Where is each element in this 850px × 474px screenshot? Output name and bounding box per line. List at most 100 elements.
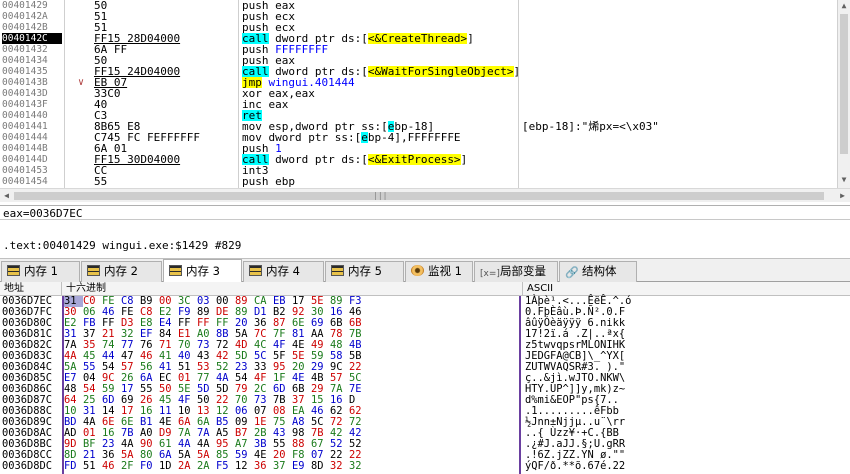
scroll-up-arrow-icon[interactable]: ▲ — [838, 0, 850, 12]
hex-byte[interactable]: 32 — [330, 461, 349, 472]
instruction-text[interactable]: ret — [242, 110, 518, 121]
hex-byte[interactable]: 2F — [121, 461, 140, 472]
instruction-operand: eax — [275, 55, 295, 66]
hex-byte[interactable]: E9 — [292, 461, 311, 472]
header-hex[interactable]: 十六进制 — [62, 282, 523, 296]
instruction-text[interactable]: push eax — [242, 55, 518, 66]
vertical-scroll-thumb[interactable] — [840, 14, 848, 154]
disasm-row[interactable]: 00401454 55 push ebp — [0, 176, 837, 187]
disasm-row[interactable]: 0040143D 33C0 xor eax,eax — [0, 88, 837, 99]
instruction-address[interactable]: 0040142A — [2, 11, 62, 22]
register-reference: e — [361, 132, 368, 143]
hex-byte[interactable]: 36 — [254, 461, 273, 472]
instruction-text[interactable]: push ecx — [242, 11, 518, 22]
hex-byte[interactable]: 32 — [349, 461, 368, 472]
hex-byte[interactable]: 51 — [83, 461, 102, 472]
instruction-address[interactable]: 00401440 — [2, 110, 62, 121]
instruction-address[interactable]: 00401453 — [2, 165, 62, 176]
hex-byte[interactable]: 46 — [102, 461, 121, 472]
tab-2[interactable]: 内存 2 — [81, 261, 162, 282]
instruction-mnemonic: inc — [242, 99, 262, 110]
hex-byte[interactable]: 2A — [197, 461, 216, 472]
instruction-address[interactable]: 0040144B — [2, 143, 62, 154]
address-location-text: .text:00401429 wingui.exe:$1429 #829 — [3, 239, 242, 252]
tab-4[interactable]: 内存 4 — [243, 261, 324, 282]
tab-6[interactable]: 监视 1 — [405, 261, 473, 282]
tab-label: 内存 4 — [266, 264, 300, 278]
instruction-text[interactable]: call dword ptr ds:[<&ExitProcess>] — [242, 154, 518, 165]
instruction-mnemonic: push — [242, 176, 269, 187]
instruction-address[interactable]: 0040142C — [2, 33, 62, 44]
instruction-address[interactable]: 0040142B — [2, 22, 62, 33]
dump-row[interactable]: 0036D8DC FD 51 46 2F F0 1D 2A 2A F5 12 36 37 E9 8D 32 32… — [0, 461, 850, 472]
scroll-down-arrow-icon[interactable]: ▼ — [838, 174, 850, 186]
disasm-row[interactable]: 0040142A 51 push ecx — [0, 11, 837, 22]
tab-8[interactable]: 🔗 结构体 — [559, 261, 637, 282]
instruction-address[interactable]: 0040144D — [2, 154, 62, 165]
hex-byte[interactable]: 37 — [273, 461, 292, 472]
scroll-left-arrow-icon[interactable]: ◀ — [0, 189, 13, 203]
disasm-row[interactable]: 0040143B ∨ EB 07 jmp wingui.401444 — [0, 77, 837, 88]
instruction-text[interactable]: call dword ptr ds:[<&CreateThread>] — [242, 33, 518, 44]
instruction-text[interactable]: inc eax — [242, 99, 518, 110]
tab-label: 结构体 — [582, 264, 617, 278]
instruction-address[interactable]: 0040143B — [2, 77, 62, 88]
instruction-bytes: 50 — [94, 0, 108, 12]
tab-7[interactable]: [x=]局部变量 — [474, 261, 558, 282]
disasm-row[interactable]: 00401429 50 push eax — [0, 0, 837, 11]
tab-5[interactable]: 内存 5 — [325, 261, 404, 282]
horizontal-scroll-thumb[interactable]: ||| — [14, 192, 824, 200]
instruction-address[interactable]: 0040143D — [2, 88, 62, 99]
instruction-text[interactable]: push ecx — [242, 22, 518, 33]
instruction-text[interactable]: mov esp,dword ptr ss:[ebp-18] — [242, 121, 518, 132]
memory-icon — [249, 265, 262, 276]
instruction-text[interactable]: int3 — [242, 165, 518, 176]
instruction-text[interactable]: call dword ptr ds:[<&WaitForSingleObject… — [242, 66, 518, 77]
instruction-operand: dword ptr ds:[<&WaitForSingleObject>] — [275, 66, 518, 77]
scroll-right-arrow-icon[interactable]: ▶ — [836, 189, 849, 203]
instruction-address[interactable]: 00401432 — [2, 44, 62, 55]
instruction-address[interactable]: 00401435 — [2, 66, 62, 77]
disassembly-vertical-scrollbar[interactable]: ▲ ▼ — [837, 0, 850, 188]
disasm-row[interactable]: 00401432 6A FF push FFFFFFFF — [0, 44, 837, 55]
instruction-mnemonic: mov — [242, 121, 262, 132]
disassembly-view[interactable]: 00401429 50 push eax 0040142A 51 push ecx 0040… — [0, 0, 837, 188]
disasm-row[interactable]: 0040144D FF15 30D04000 call dword ptr ds:[… — [0, 154, 837, 165]
instruction-address[interactable]: 00401454 — [2, 176, 62, 187]
dump-address[interactable]: 0036D8DC — [2, 461, 62, 472]
instruction-address[interactable]: 00401444 — [2, 132, 62, 143]
hex-byte[interactable]: 2A — [178, 461, 197, 472]
instruction-text[interactable]: push FFFFFFFF — [242, 44, 518, 55]
hex-byte[interactable]: 12 — [235, 461, 254, 472]
dump-tab-bar: 内存 1 内存 2 内存 3 内存 4 内存 5 监视 1 [x=]局部变量 🔗 结构体 — [0, 258, 850, 283]
instruction-text[interactable]: jmp wingui.401444 — [242, 77, 518, 88]
tab-3[interactable]: 内存 3 — [163, 259, 242, 283]
instruction-text[interactable]: mov dword ptr ss:[ebp-4],FFFFFFFE — [242, 132, 518, 143]
instruction-text[interactable]: xor eax,eax — [242, 88, 518, 99]
memory-dump-view[interactable]: 地址 十六进制 ASCII 0036D7EC 31 C0 FE C8 B9 00 3C 03 00… — [0, 282, 850, 474]
watch-icon — [411, 265, 424, 276]
jump-arrow-icon: ∨ — [78, 77, 85, 88]
instruction-mnemonic: push — [242, 143, 269, 154]
instruction-text[interactable]: push eax — [242, 0, 518, 11]
header-address[interactable]: 地址 — [0, 282, 62, 296]
hex-byte[interactable]: F5 — [216, 461, 235, 472]
header-ascii[interactable]: ASCII — [523, 282, 850, 296]
disasm-row[interactable]: 0040143F 40 inc eax — [0, 99, 837, 110]
hex-byte[interactable]: FD — [64, 461, 83, 472]
tab-1[interactable]: 内存 1 — [1, 261, 80, 282]
instruction-address[interactable]: 00401434 — [2, 55, 62, 66]
hex-byte[interactable]: 1D — [159, 461, 178, 472]
instruction-operand: ebp — [275, 176, 295, 187]
disassembly-horizontal-scrollbar[interactable]: ◀ ||| ▶ — [0, 188, 850, 202]
dump-ascii-text[interactable]: ýQF/ð.**õ.67é.22 — [525, 461, 695, 472]
instruction-address[interactable]: 00401429 — [2, 0, 62, 11]
instruction-address[interactable]: 0040143F — [2, 99, 62, 110]
instruction-text[interactable]: push ebp — [242, 176, 518, 187]
disasm-row[interactable]: 00401453 CC int3 — [0, 165, 837, 176]
instruction-address[interactable]: 00401441 — [2, 121, 62, 132]
hex-byte[interactable]: F0 — [140, 461, 159, 472]
hex-byte[interactable]: 8D — [311, 461, 330, 472]
instruction-text[interactable]: push 1 — [242, 143, 518, 154]
dump-hex-bytes[interactable]: FD 51 46 2F F0 1D 2A 2A F5 12 36 37 E9 8D 32 32 — [64, 461, 519, 472]
